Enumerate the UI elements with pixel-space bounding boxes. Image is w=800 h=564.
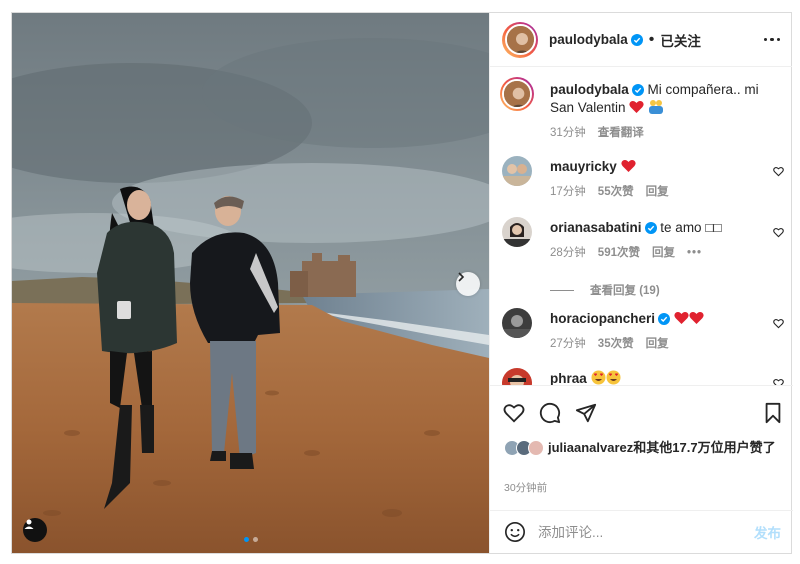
more-icon xyxy=(763,37,767,42)
comment-input[interactable] xyxy=(538,524,754,540)
more-options-button[interactable] xyxy=(763,37,780,42)
save-button[interactable] xyxy=(763,402,783,424)
user-tag-icon xyxy=(24,519,34,529)
red-heart-emoji xyxy=(620,160,636,172)
verified-icon xyxy=(644,222,657,234)
view-replies-button[interactable]: 查看回复 (19) xyxy=(550,282,660,298)
like-button[interactable] xyxy=(503,402,525,424)
caption-meta: 31分钟 查看翻译 xyxy=(550,124,780,142)
likes-text: juliaanalvarez和其他17.7万位用户赞了 xyxy=(548,440,776,455)
comment-time: 27分钟 xyxy=(550,338,586,350)
verified-icon xyxy=(631,84,644,96)
comment-time: 17分钟 xyxy=(550,186,586,198)
red-heart-emoji xyxy=(674,312,689,324)
share-button[interactable] xyxy=(575,402,597,424)
heart-eyes-emoji xyxy=(606,370,621,385)
carousel-dot xyxy=(253,537,258,542)
post-actions xyxy=(503,398,783,428)
emoji-icon xyxy=(505,522,525,542)
liker-avatar xyxy=(528,440,544,456)
comment-body: mauyricky 17分钟 55次赞 回复 xyxy=(550,158,760,201)
carousel-indicator xyxy=(244,537,258,542)
comment-body: phraa xyxy=(550,370,760,385)
replies-divider xyxy=(550,289,574,291)
commenter-avatar[interactable] xyxy=(502,217,532,247)
comments-list[interactable]: paulodybala Mi compañera.. mi San Valent… xyxy=(490,68,793,386)
comment-like-heart-icon[interactable] xyxy=(773,378,784,386)
caption-author[interactable]: paulodybala xyxy=(550,82,629,97)
author-avatar[interactable] xyxy=(502,21,538,58)
commenter-avatar[interactable] xyxy=(502,308,532,338)
comment-text: te amo □□ xyxy=(660,220,722,235)
commenter-avatar[interactable] xyxy=(502,156,532,186)
bookmark-icon xyxy=(765,402,781,424)
commenter-avatar[interactable] xyxy=(502,368,532,385)
comment-body: orianasabatini te amo □□ 28分钟 591次赞 回复 •… xyxy=(550,219,760,262)
couple-emoji xyxy=(649,100,664,114)
beach-photo-illustration xyxy=(12,13,489,553)
verified-icon xyxy=(658,313,671,325)
reply-button[interactable]: 回复 xyxy=(646,183,669,201)
comment-username[interactable]: horaciopancheri xyxy=(550,311,655,326)
comment-username[interactable]: phraa xyxy=(550,371,587,385)
comment-time: 28分钟 xyxy=(550,247,586,259)
comment-like-count[interactable]: 591次赞 xyxy=(598,244,640,262)
liker-avatars xyxy=(504,440,544,456)
user-tag-button[interactable] xyxy=(23,518,47,542)
comment-like-heart-icon[interactable] xyxy=(773,166,784,177)
caption-body: paulodybala Mi compañera.. mi San Valent… xyxy=(550,81,780,142)
comment-composer: 发布 xyxy=(490,510,793,553)
post-timestamp: 30分钟前 xyxy=(504,482,548,494)
comment-like-heart-icon[interactable] xyxy=(773,227,784,238)
verified-icon xyxy=(630,33,643,46)
heart-icon xyxy=(503,404,525,423)
author-username[interactable]: paulodybala xyxy=(549,32,628,47)
caption-author-avatar[interactable] xyxy=(500,77,534,111)
reply-button[interactable]: 回复 xyxy=(646,335,669,353)
translate-link[interactable]: 查看翻译 xyxy=(598,124,644,142)
carousel-next-button[interactable] xyxy=(456,272,480,296)
share-icon xyxy=(575,403,597,423)
comment-button[interactable] xyxy=(539,402,561,424)
carousel-dot-active xyxy=(244,537,249,542)
post-sidebar: paulodybala • 已关注 paulodybala Mi compañe… xyxy=(489,13,793,553)
reply-button[interactable]: 回复 xyxy=(652,244,675,262)
comment-username[interactable]: mauyricky xyxy=(550,159,617,174)
comment-icon xyxy=(539,402,561,424)
chevron-right-icon xyxy=(458,272,465,282)
likes-summary[interactable]: juliaanalvarez和其他17.7万位用户赞了 xyxy=(504,440,784,456)
heart-eyes-emoji xyxy=(591,370,606,385)
comment-body: horaciopancheri 27分钟 35次赞 回复 xyxy=(550,310,760,353)
post-dialog: paulodybala • 已关注 paulodybala Mi compañe… xyxy=(11,12,793,554)
comment-more-button[interactable]: ••• xyxy=(687,244,702,262)
red-heart-emoji xyxy=(689,312,704,324)
emoji-picker-button[interactable] xyxy=(504,521,526,543)
comment-like-heart-icon[interactable] xyxy=(773,318,784,329)
comment-username[interactable]: orianasabatini xyxy=(550,220,642,235)
view-replies-label: 查看回复 (19) xyxy=(590,285,660,297)
post-comment-button[interactable]: 发布 xyxy=(754,522,781,542)
post-header: paulodybala • 已关注 xyxy=(490,13,792,67)
comment-like-count[interactable]: 35次赞 xyxy=(598,335,634,353)
caption-time: 31分钟 xyxy=(550,127,586,139)
red-heart-emoji xyxy=(629,101,644,113)
follow-status-button[interactable]: 已关注 xyxy=(660,30,701,50)
comment-like-count[interactable]: 55次赞 xyxy=(598,183,634,201)
post-photo[interactable] xyxy=(12,13,489,553)
separator-dot: • xyxy=(648,30,655,48)
